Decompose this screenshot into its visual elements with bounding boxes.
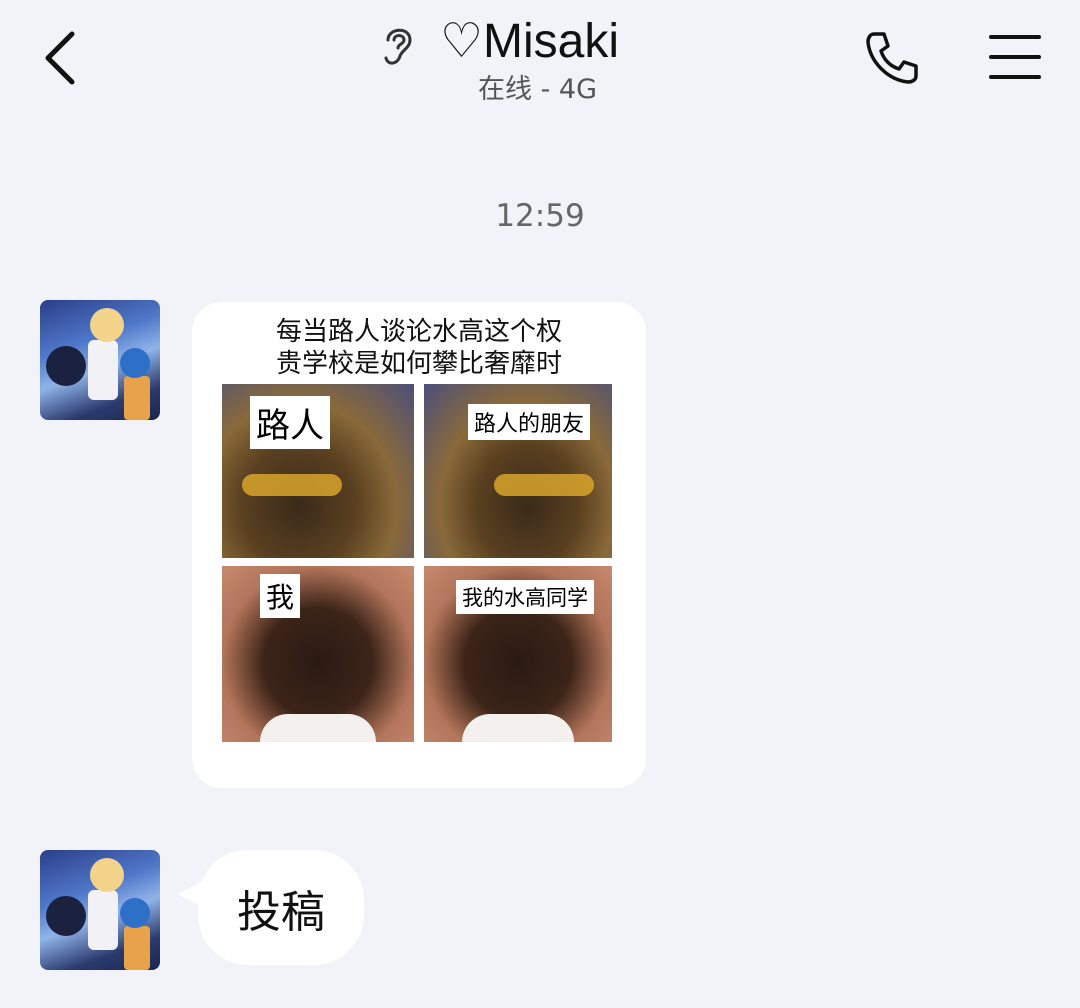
- back-chevron-icon[interactable]: [38, 28, 88, 88]
- ear-icon[interactable]: [378, 22, 418, 68]
- meme-label: 我的水高同学: [456, 580, 594, 614]
- text-message-bubble[interactable]: 投稿: [198, 850, 364, 965]
- contact-name: ♡Misaki: [440, 15, 620, 68]
- meme-label: 路人: [250, 396, 330, 449]
- contact-status: 在线 - 4G: [478, 74, 598, 105]
- message-timestamp: 12:59: [495, 198, 585, 234]
- meme-panel-passerby: 路人: [222, 384, 414, 558]
- meme-label: 路人的朋友: [468, 404, 591, 440]
- meme-panel-me: 我: [222, 566, 414, 742]
- meme-label: 我: [260, 574, 301, 618]
- image-message-bubble[interactable]: 每当路人谈论水高这个权 贵学校是如何攀比奢靡时 路人 路人的朋友 我 我的水高同…: [192, 302, 646, 788]
- meme-panel-classmate: 我的水高同学: [424, 566, 612, 742]
- meme-caption-line2: 贵学校是如何攀比奢靡时: [275, 349, 562, 379]
- meme-panel-passerby-friend: 路人的朋友: [424, 384, 612, 558]
- meme-caption-line1: 每当路人谈论水高这个权: [275, 317, 562, 347]
- menu-icon[interactable]: [988, 33, 1042, 81]
- contact-avatar[interactable]: [40, 300, 160, 420]
- phone-call-icon[interactable]: [862, 28, 922, 88]
- contact-avatar[interactable]: [40, 850, 160, 970]
